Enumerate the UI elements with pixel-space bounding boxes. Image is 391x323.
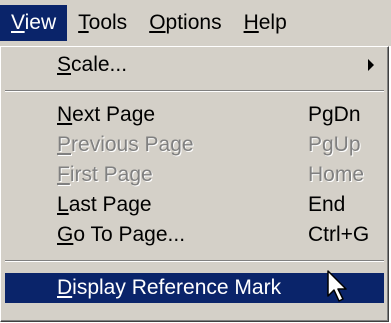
menu-item-go-to-page-rest: o To Page... [73,223,186,246]
menu-item-next-page-label: Next Page [57,100,155,130]
menu-view[interactable]: View [0,5,68,41]
menu-item-scale-label: Scale... [57,50,127,80]
menu-item-first-page-label: First Page [57,160,153,190]
menu-item-previous-page-rest: revious Page [71,133,194,156]
menu-item-scale[interactable]: Scale... [5,50,384,80]
menu-help[interactable]: Help [233,5,298,41]
mouse-pointer-icon [327,270,347,302]
menu-item-next-page-mnemonic: N [57,103,73,126]
menu-options-mnemonic: O [149,11,166,34]
menu-item-first-page: First Page Home [5,160,384,190]
menu-tools-rest: ools [88,11,128,34]
menu-item-previous-page: Previous Page PgUp [5,130,384,160]
menu-options-rest: ptions [165,11,222,34]
menu-item-last-page-label: Last Page [57,190,152,220]
menu-item-display-reference-mark-label: Display Reference Mark [57,273,281,303]
menu-item-next-page-shortcut: PgDn [308,103,361,126]
menu-separator [5,260,384,262]
menu-help-rest: elp [258,11,287,34]
menu-tools-mnemonic: T [78,11,89,34]
menu-item-go-to-page-mnemonic: G [57,223,74,246]
menu-item-display-reference-mark-mnemonic: D [57,276,73,299]
menu-item-scale-rest: cale... [71,53,128,76]
menu-item-go-to-page-label: Go To Page... [57,220,185,250]
menu-bar: View Tools Options Help [0,0,391,46]
menu-item-last-page[interactable]: Last Page End [5,190,384,220]
menu-separator [5,90,384,92]
screen: View Tools Options Help Scale... Next Pa… [0,0,391,323]
menu-item-display-reference-mark-rest: isplay Reference Mark [72,276,282,299]
menu-item-next-page[interactable]: Next Page PgDn [5,100,384,130]
menu-item-next-page-rest: ext Page [72,103,156,126]
menu-item-previous-page-mnemonic: P [57,133,72,156]
menu-item-first-page-mnemonic: F [57,163,70,186]
menu-options[interactable]: Options [138,5,232,41]
menu-view-rest: iew [24,11,57,34]
menu-tools[interactable]: Tools [67,5,138,41]
menu-item-first-page-shortcut: Home [308,163,365,186]
menu-item-previous-page-label: Previous Page [57,130,194,160]
menu-item-scale-mnemonic: S [57,53,72,76]
menu-item-previous-page-shortcut: PgUp [308,133,361,156]
menu-item-last-page-shortcut: End [308,193,346,216]
menu-item-first-page-rest: irst Page [69,163,153,186]
menu-help-mnemonic: H [243,11,259,34]
submenu-arrow-icon [368,59,374,71]
menu-item-last-page-mnemonic: L [57,193,69,216]
menu-item-last-page-rest: ast Page [68,193,152,216]
menu-item-go-to-page-shortcut: Ctrl+G [308,223,370,246]
menu-item-go-to-page[interactable]: Go To Page... Ctrl+G [5,220,384,250]
menu-view-mnemonic: V [11,11,25,34]
